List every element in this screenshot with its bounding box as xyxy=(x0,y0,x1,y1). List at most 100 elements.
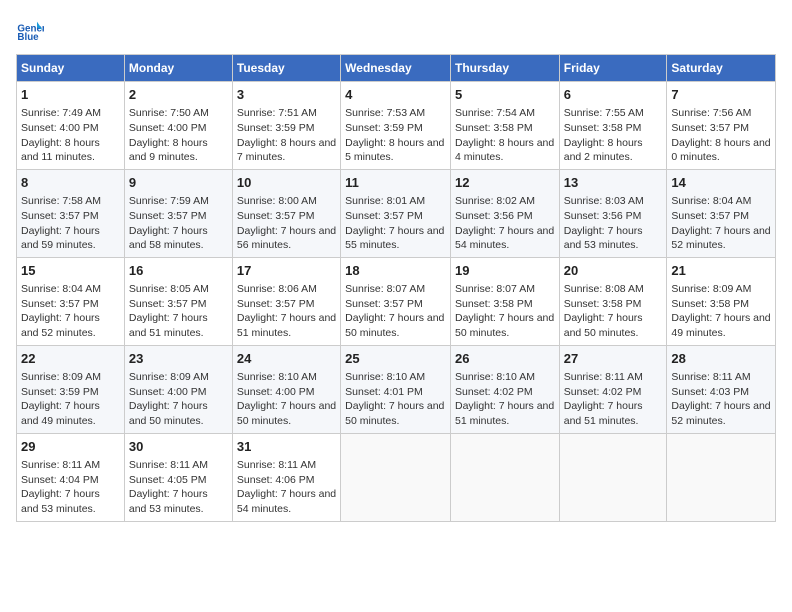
calendar-cell xyxy=(667,433,776,521)
weekday-header-saturday: Saturday xyxy=(667,55,776,82)
calendar-cell: 8 Sunrise: 7:58 AM Sunset: 3:57 PM Daylig… xyxy=(17,169,125,257)
calendar-cell: 11 Sunrise: 8:01 AM Sunset: 3:57 PM Dayli… xyxy=(341,169,451,257)
calendar-week-5: 29Sunrise: 8:11 AM Sunset: 4:04 PM Dayli… xyxy=(17,433,776,521)
calendar-cell: 27Sunrise: 8:11 AM Sunset: 4:02 PM Dayli… xyxy=(559,345,667,433)
day-info: Sunrise: 7:54 AM Sunset: 3:58 PM Dayligh… xyxy=(455,106,555,165)
calendar-cell: 1 Sunrise: 7:49 AM Sunset: 4:00 PM Daylig… xyxy=(17,82,125,170)
day-number: 13 xyxy=(564,174,663,192)
day-number: 22 xyxy=(21,350,120,368)
day-info: Sunrise: 7:56 AM Sunset: 3:57 PM Dayligh… xyxy=(671,106,771,165)
day-number: 26 xyxy=(455,350,555,368)
day-info: Sunrise: 8:10 AM Sunset: 4:00 PM Dayligh… xyxy=(237,370,336,429)
calendar-cell: 2Sunrise: 7:50 AM Sunset: 4:00 PM Daylig… xyxy=(124,82,232,170)
calendar-cell: 15Sunrise: 8:04 AM Sunset: 3:57 PM Dayli… xyxy=(17,257,125,345)
calendar-cell: 13 Sunrise: 8:03 AM Sunset: 3:56 PM Dayli… xyxy=(559,169,667,257)
day-info: Sunrise: 8:01 AM Sunset: 3:57 PM Dayligh… xyxy=(345,194,446,253)
calendar-cell: 3 Sunrise: 7:51 AM Sunset: 3:59 PM Daylig… xyxy=(232,82,340,170)
day-info: Sunrise: 7:59 AM Sunset: 3:57 PM Dayligh… xyxy=(129,194,228,253)
day-info: Sunrise: 8:11 AM Sunset: 4:04 PM Dayligh… xyxy=(21,458,120,517)
day-number: 9 xyxy=(129,174,228,192)
weekday-header-tuesday: Tuesday xyxy=(232,55,340,82)
day-info: Sunrise: 8:05 AM Sunset: 3:57 PM Dayligh… xyxy=(129,282,228,341)
calendar-cell: 16 Sunrise: 8:05 AM Sunset: 3:57 PM Dayli… xyxy=(124,257,232,345)
calendar-cell: 5 Sunrise: 7:54 AM Sunset: 3:58 PM Daylig… xyxy=(450,82,559,170)
day-info: Sunrise: 8:07 AM Sunset: 3:57 PM Dayligh… xyxy=(345,282,446,341)
calendar-cell: 17 Sunrise: 8:06 AM Sunset: 3:57 PM Dayli… xyxy=(232,257,340,345)
calendar-week-2: 8 Sunrise: 7:58 AM Sunset: 3:57 PM Daylig… xyxy=(17,169,776,257)
day-info: Sunrise: 7:55 AM Sunset: 3:58 PM Dayligh… xyxy=(564,106,663,165)
calendar-cell: 25 Sunrise: 8:10 AM Sunset: 4:01 PM Dayli… xyxy=(341,345,451,433)
logo: General Blue xyxy=(16,16,48,44)
day-number: 27 xyxy=(564,350,663,368)
calendar-week-3: 15Sunrise: 8:04 AM Sunset: 3:57 PM Dayli… xyxy=(17,257,776,345)
day-number: 8 xyxy=(21,174,120,192)
day-number: 12 xyxy=(455,174,555,192)
day-number: 1 xyxy=(21,86,120,104)
calendar-cell: 26Sunrise: 8:10 AM Sunset: 4:02 PM Dayli… xyxy=(450,345,559,433)
day-info: Sunrise: 8:04 AM Sunset: 3:57 PM Dayligh… xyxy=(671,194,771,253)
day-number: 21 xyxy=(671,262,771,280)
day-info: Sunrise: 8:00 AM Sunset: 3:57 PM Dayligh… xyxy=(237,194,336,253)
day-info: Sunrise: 8:10 AM Sunset: 4:01 PM Dayligh… xyxy=(345,370,446,429)
weekday-header-wednesday: Wednesday xyxy=(341,55,451,82)
day-number: 31 xyxy=(237,438,336,456)
day-number: 18 xyxy=(345,262,446,280)
day-info: Sunrise: 8:06 AM Sunset: 3:57 PM Dayligh… xyxy=(237,282,336,341)
day-info: Sunrise: 8:09 AM Sunset: 3:59 PM Dayligh… xyxy=(21,370,120,429)
day-info: Sunrise: 8:03 AM Sunset: 3:56 PM Dayligh… xyxy=(564,194,663,253)
calendar-cell: 9 Sunrise: 7:59 AM Sunset: 3:57 PM Daylig… xyxy=(124,169,232,257)
calendar-cell: 14 Sunrise: 8:04 AM Sunset: 3:57 PM Dayli… xyxy=(667,169,776,257)
day-info: Sunrise: 8:08 AM Sunset: 3:58 PM Dayligh… xyxy=(564,282,663,341)
day-number: 3 xyxy=(237,86,336,104)
calendar-cell: 23Sunrise: 8:09 AM Sunset: 4:00 PM Dayli… xyxy=(124,345,232,433)
calendar-cell xyxy=(341,433,451,521)
calendar-cell: 22 Sunrise: 8:09 AM Sunset: 3:59 PM Dayli… xyxy=(17,345,125,433)
day-info: Sunrise: 8:11 AM Sunset: 4:03 PM Dayligh… xyxy=(671,370,771,429)
day-number: 30 xyxy=(129,438,228,456)
day-number: 14 xyxy=(671,174,771,192)
day-info: Sunrise: 8:11 AM Sunset: 4:06 PM Dayligh… xyxy=(237,458,336,517)
day-info: Sunrise: 7:50 AM Sunset: 4:00 PM Dayligh… xyxy=(129,106,228,165)
calendar-table: SundayMondayTuesdayWednesdayThursdayFrid… xyxy=(16,54,776,522)
calendar-cell xyxy=(559,433,667,521)
calendar-cell: 19Sunrise: 8:07 AM Sunset: 3:58 PM Dayli… xyxy=(450,257,559,345)
day-info: Sunrise: 8:09 AM Sunset: 3:58 PM Dayligh… xyxy=(671,282,771,341)
calendar-cell: 20 Sunrise: 8:08 AM Sunset: 3:58 PM Dayli… xyxy=(559,257,667,345)
weekday-header-sunday: Sunday xyxy=(17,55,125,82)
calendar-week-4: 22 Sunrise: 8:09 AM Sunset: 3:59 PM Dayli… xyxy=(17,345,776,433)
page-header: General Blue xyxy=(16,16,776,44)
day-number: 16 xyxy=(129,262,228,280)
calendar-cell: 24Sunrise: 8:10 AM Sunset: 4:00 PM Dayli… xyxy=(232,345,340,433)
calendar-cell: 10Sunrise: 8:00 AM Sunset: 3:57 PM Dayli… xyxy=(232,169,340,257)
weekday-header-thursday: Thursday xyxy=(450,55,559,82)
day-info: Sunrise: 7:49 AM Sunset: 4:00 PM Dayligh… xyxy=(21,106,120,165)
day-number: 11 xyxy=(345,174,446,192)
weekday-header-friday: Friday xyxy=(559,55,667,82)
calendar-cell: 4Sunrise: 7:53 AM Sunset: 3:59 PM Daylig… xyxy=(341,82,451,170)
logo-icon: General Blue xyxy=(16,16,44,44)
day-info: Sunrise: 8:11 AM Sunset: 4:05 PM Dayligh… xyxy=(129,458,228,517)
day-number: 28 xyxy=(671,350,771,368)
weekday-header-monday: Monday xyxy=(124,55,232,82)
day-info: Sunrise: 7:51 AM Sunset: 3:59 PM Dayligh… xyxy=(237,106,336,165)
calendar-cell: 31 Sunrise: 8:11 AM Sunset: 4:06 PM Dayli… xyxy=(232,433,340,521)
day-number: 5 xyxy=(455,86,555,104)
day-number: 6 xyxy=(564,86,663,104)
calendar-cell: 6 Sunrise: 7:55 AM Sunset: 3:58 PM Daylig… xyxy=(559,82,667,170)
day-info: Sunrise: 7:58 AM Sunset: 3:57 PM Dayligh… xyxy=(21,194,120,253)
calendar-cell: 18 Sunrise: 8:07 AM Sunset: 3:57 PM Dayli… xyxy=(341,257,451,345)
day-number: 20 xyxy=(564,262,663,280)
day-number: 19 xyxy=(455,262,555,280)
calendar-cell: 30 Sunrise: 8:11 AM Sunset: 4:05 PM Dayli… xyxy=(124,433,232,521)
calendar-cell: 29Sunrise: 8:11 AM Sunset: 4:04 PM Dayli… xyxy=(17,433,125,521)
calendar-week-1: 1 Sunrise: 7:49 AM Sunset: 4:00 PM Daylig… xyxy=(17,82,776,170)
day-number: 17 xyxy=(237,262,336,280)
calendar-cell: 28 Sunrise: 8:11 AM Sunset: 4:03 PM Dayli… xyxy=(667,345,776,433)
day-number: 7 xyxy=(671,86,771,104)
day-info: Sunrise: 8:02 AM Sunset: 3:56 PM Dayligh… xyxy=(455,194,555,253)
day-number: 25 xyxy=(345,350,446,368)
day-number: 4 xyxy=(345,86,446,104)
calendar-cell: 21 Sunrise: 8:09 AM Sunset: 3:58 PM Dayli… xyxy=(667,257,776,345)
day-number: 15 xyxy=(21,262,120,280)
calendar-cell: 7 Sunrise: 7:56 AM Sunset: 3:57 PM Daylig… xyxy=(667,82,776,170)
